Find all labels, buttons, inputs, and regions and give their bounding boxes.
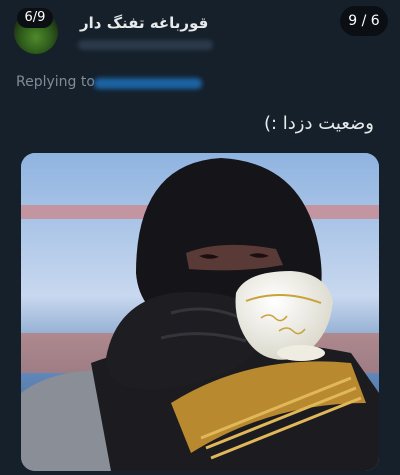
tweet-text: وضعیت دزدا :)	[263, 113, 374, 134]
username-blurred[interactable]	[78, 40, 213, 50]
replying-to-label: Replying to	[16, 74, 95, 90]
tweet-media-photo[interactable]	[21, 153, 379, 471]
replying-to-handle-blurred[interactable]	[94, 78, 202, 89]
avatar-badge: 6/9	[17, 8, 53, 28]
display-name[interactable]: قورباغه تفنگ دار	[80, 14, 208, 32]
photo-illustration	[21, 153, 379, 471]
page-indicator-badge: 9 / 6	[340, 6, 388, 36]
